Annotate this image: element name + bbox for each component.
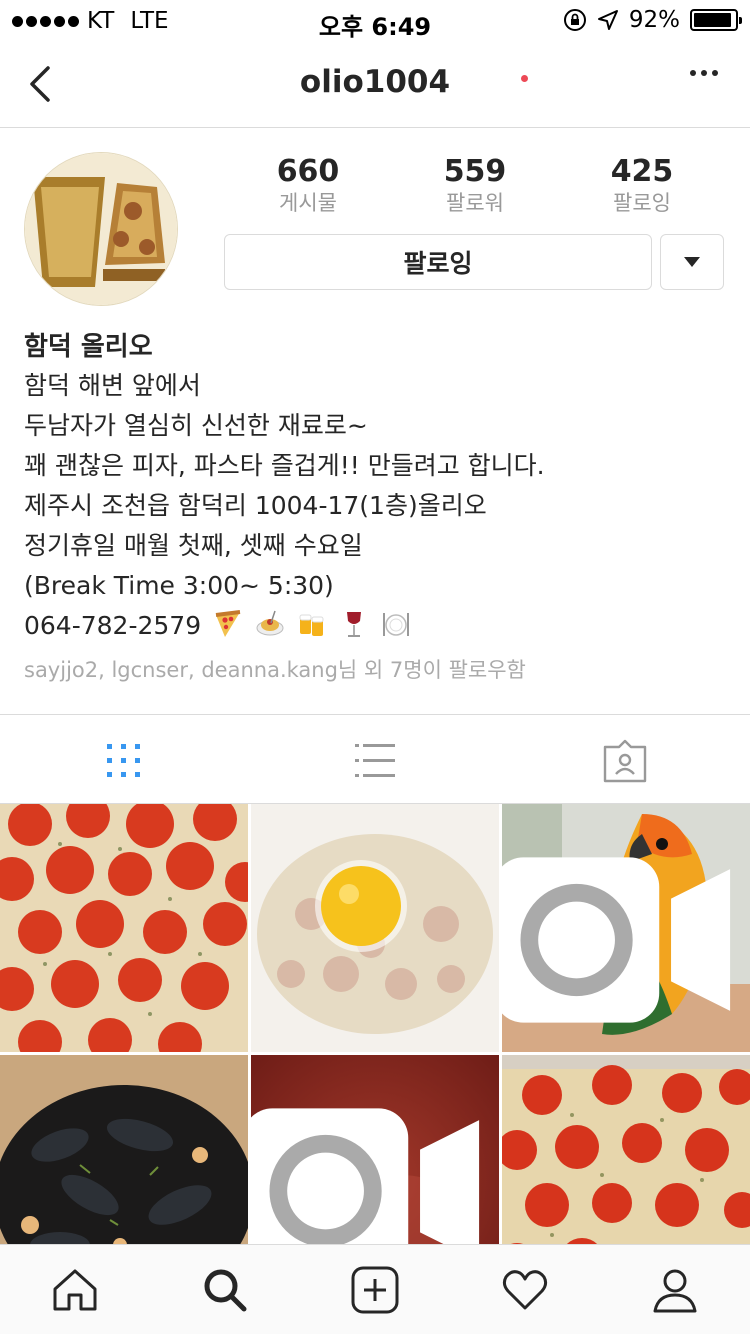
battery-percent: 92% bbox=[628, 7, 680, 33]
bio-line: 정기휴일 매월 첫째, 셋째 수요일 bbox=[24, 531, 363, 560]
tagged-photos-icon[interactable] bbox=[601, 737, 649, 785]
post-thumbnail-pizza[interactable] bbox=[0, 804, 248, 1052]
video-icon bbox=[502, 857, 731, 1023]
profile-view-tabs bbox=[0, 714, 750, 804]
dropdown-triangle-icon bbox=[684, 257, 700, 267]
following-label: 팔로잉 bbox=[613, 191, 671, 215]
navigation-bar: olio1004 bbox=[0, 40, 750, 128]
post-thumbnail-mussels[interactable] bbox=[0, 1055, 248, 1244]
profile-avatar[interactable] bbox=[24, 152, 178, 306]
spaghetti-icon bbox=[256, 610, 284, 636]
rotation-lock-icon bbox=[563, 9, 586, 31]
stat-posts[interactable]: 660 게시물 bbox=[228, 154, 388, 216]
bio-line: (Break Time 3:00~ 5:30) bbox=[24, 571, 334, 600]
activity-heart-icon[interactable] bbox=[500, 1265, 550, 1315]
bio-line: 꽤 괜찮은 피자, 파스타 즐겁게!! 만들려고 합니다. bbox=[24, 451, 545, 480]
battery-icon bbox=[690, 9, 742, 31]
followers-label: 팔로워 bbox=[446, 191, 504, 215]
profile-bio: 함덕 올리오 함덕 해변 앞에서 두남자가 열심히 신선한 재료로~ 꽤 괜찮은… bbox=[24, 328, 734, 690]
posts-grid bbox=[0, 804, 750, 1244]
home-icon[interactable] bbox=[50, 1265, 100, 1315]
notification-dot bbox=[521, 75, 528, 82]
post-thumbnail-sauce[interactable] bbox=[251, 1055, 499, 1244]
bio-line: 제주시 조천읍 함덕리 1004-17(1층)올리오 bbox=[24, 491, 487, 520]
more-options-icon[interactable] bbox=[690, 70, 718, 76]
search-icon[interactable] bbox=[200, 1265, 250, 1315]
post-thumbnail-parrot[interactable] bbox=[502, 804, 750, 1052]
bio-phone-line: 064-782-2579 bbox=[24, 606, 734, 646]
posts-label: 게시물 bbox=[279, 191, 337, 215]
video-icon bbox=[251, 1108, 480, 1244]
wine-glass-icon bbox=[346, 612, 361, 637]
profile-display-name: 함덕 올리오 bbox=[24, 332, 153, 362]
list-view-icon[interactable] bbox=[351, 737, 399, 785]
posts-count: 660 bbox=[276, 154, 340, 189]
beer-mugs-icon bbox=[299, 614, 324, 636]
profile-username-title: olio1004 bbox=[299, 64, 451, 100]
new-post-icon[interactable] bbox=[350, 1265, 400, 1315]
post-thumbnail-pizza[interactable] bbox=[502, 1055, 750, 1244]
pizza-icon bbox=[215, 610, 241, 637]
stat-following[interactable]: 425 팔로잉 bbox=[562, 154, 722, 216]
followed-by-text[interactable]: sayjjo2, lgcnser, deanna.kang님 외 7명이 팔로우… bbox=[24, 650, 734, 690]
grid-view-icon[interactable] bbox=[100, 737, 148, 785]
following-count: 425 bbox=[610, 154, 674, 189]
following-button[interactable]: 팔로잉 bbox=[224, 234, 652, 290]
plate-cutlery-icon bbox=[382, 613, 409, 636]
bio-line: 함덕 해변 앞에서 bbox=[24, 371, 201, 400]
followers-count: 559 bbox=[443, 154, 507, 189]
status-right: 92% bbox=[563, 7, 742, 33]
bio-line: 두남자가 열심히 신선한 재료로~ bbox=[24, 411, 368, 440]
location-arrow-icon bbox=[597, 10, 618, 30]
post-thumbnail-carbonara[interactable] bbox=[251, 804, 499, 1052]
phone-number[interactable]: 064-782-2579 bbox=[24, 611, 201, 640]
bottom-tab-bar bbox=[0, 1244, 750, 1334]
suggestions-dropdown-button[interactable] bbox=[660, 234, 724, 290]
profile-icon[interactable] bbox=[650, 1265, 700, 1315]
stat-followers[interactable]: 559 팔로워 bbox=[395, 154, 555, 216]
status-bar: KT LTE 오후 6:49 92% bbox=[0, 0, 750, 41]
